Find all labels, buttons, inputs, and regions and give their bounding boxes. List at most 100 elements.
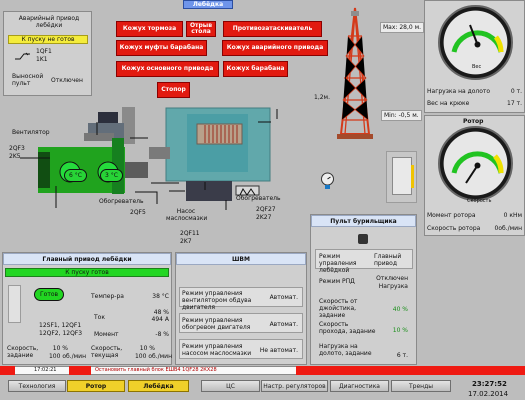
- pass-speed-label: Скорость прохода, задание: [319, 321, 376, 335]
- phone-icon: [358, 234, 368, 244]
- main-drive-moment-label: Момент: [94, 331, 119, 338]
- rotor-gauge: [438, 126, 513, 201]
- main-drive-status: К пуску готов: [5, 268, 169, 277]
- main-drive-panel: Главный привод лебёдки К пуску готов Гот…: [2, 252, 172, 365]
- nav-winch[interactable]: Лебёдка: [128, 380, 189, 392]
- heater2-code-2: 2K27: [256, 214, 272, 221]
- left-alarm-title: Аварийный привод лебёдки: [18, 15, 80, 29]
- status-message: Остановить главный блок ЕШВ4 1QF28 2КХ28: [95, 367, 217, 373]
- temp-2: 3 °C: [100, 169, 123, 182]
- shvm-title: ШВМ: [176, 253, 306, 265]
- drill-task-value: 6 т.: [396, 352, 408, 359]
- hook-weight-value: 17 т.: [507, 100, 522, 107]
- nav-rotor[interactable]: Ротор: [67, 380, 125, 392]
- cabinet-window: [392, 157, 412, 195]
- fan-code-2: 2K5: [9, 153, 21, 160]
- rotor-scale-label: Скорость: [467, 198, 492, 204]
- remote-state: Отключен: [51, 77, 83, 84]
- rpd-mode-value-1: Отключен: [376, 275, 408, 282]
- temp-1: 6 °C: [64, 169, 87, 182]
- cabinet-level: [411, 165, 414, 188]
- main-drive-temp-label: Темпер-ра: [91, 293, 124, 300]
- main-drive-icon-box: [8, 285, 21, 323]
- joy-speed-label: Скорость от джойстика, задание: [319, 298, 358, 319]
- nav-regulators[interactable]: Настр. регуляторов: [261, 380, 328, 392]
- fan-label: Вентилятор: [12, 129, 50, 136]
- winch-tab[interactable]: Лебёдка: [183, 0, 233, 9]
- nav-technology[interactable]: Технология: [8, 380, 66, 392]
- oil-pump-label: Насос маслосмазки: [166, 208, 208, 222]
- status-red-strip: [296, 366, 525, 375]
- shvm-heater-value: Автомат.: [269, 321, 298, 328]
- rotor-moment-label: Момент ротора: [427, 212, 476, 219]
- shvm-heater-label: Режим управления обогревом двигателя: [182, 317, 251, 331]
- drilling-rig-image: [330, 6, 380, 142]
- rotor-title: Ротор: [463, 118, 484, 125]
- main-drive-temp-value: 38 °C: [152, 293, 169, 300]
- rotor-speed-value: 0об./мин: [494, 225, 522, 232]
- shvm-oil-label: Режим управления насосом маслосмазки: [182, 343, 252, 357]
- joy-speed-value: 40 %: [392, 306, 408, 313]
- shvm-fan-label: Режим управления вентилятором обдува дви…: [182, 290, 252, 311]
- speed-set-label: Скорость, задание: [7, 345, 39, 359]
- alarm-brake-cover[interactable]: Кожух тормоза: [116, 21, 183, 37]
- status-time: 17:02:21: [34, 367, 57, 373]
- hook-gauge-panel: Вес Нагрузка на долото 0 т. Вес на крюке…: [424, 0, 525, 113]
- drill-task-label: Нагрузка на долото, задание: [319, 343, 372, 357]
- rotor-speed-label: Скорость ротора: [427, 225, 481, 232]
- main-drive-codes-2: 12QF2, 12QF3: [39, 330, 83, 337]
- mast-min-label: Min: -0,5 м.: [381, 110, 422, 121]
- speed-cur-label: Скорость, текущая: [91, 345, 123, 359]
- rotor-gauge-panel: Ротор Скорость Момент ротора 0 кНм Скоро…: [424, 115, 525, 236]
- main-drive-current-label: Ток: [94, 314, 105, 321]
- winch-schematic: [0, 91, 320, 247]
- speed-cur-value-1: 10 %: [139, 345, 155, 352]
- hook-scale-label: Вес: [472, 64, 482, 70]
- shvm-fan-value: Автомат.: [269, 294, 298, 301]
- drill-load-label: Нагрузка на долото: [427, 88, 491, 95]
- code-1k1: 1K1: [36, 56, 48, 63]
- shvm-panel: ШВМ Режим управления вентилятором обдува…: [175, 252, 307, 365]
- alarm-drum-clutch[interactable]: Кожух муфты барабана: [116, 40, 207, 56]
- rpd-mode-value-2: Нагрузка: [378, 283, 408, 290]
- main-drive-go: Готов: [34, 288, 65, 301]
- heater1-label: Обогреватель: [99, 198, 144, 205]
- main-drive-codes: 12SF1, 12QF1: [39, 322, 82, 329]
- left-alarm-panel: Аварийный привод лебёдки К пуску не гото…: [3, 11, 92, 96]
- nav-cs[interactable]: ЦС: [201, 380, 260, 392]
- speed-set-value-2: 100 об./мин: [48, 353, 86, 360]
- nav-diagnostics[interactable]: Диагностика: [330, 380, 389, 392]
- code-1qf1: 1QF1: [36, 48, 52, 55]
- nav-trends[interactable]: Тренды: [391, 380, 451, 392]
- speed-set-value-1: 10 %: [52, 345, 68, 352]
- winch-mode-label: Режим управления лебёдкой: [319, 253, 357, 274]
- rpd-mode-label: Режим РПД: [319, 278, 355, 285]
- main-drive-title: Главный привод лебёдки: [3, 253, 171, 265]
- main-drive-current-value-2: 494 A: [151, 316, 169, 323]
- heater1-code: 2QF5: [130, 209, 146, 216]
- alarm-drum-cover[interactable]: Кожух барабана: [223, 61, 288, 77]
- heater2-code-1: 2QF27: [256, 206, 276, 213]
- driller-panel-title: Пульт бурильщика: [311, 215, 416, 227]
- hook-weight-label: Вес на крюке: [427, 100, 470, 107]
- clock-time: 23:27:52: [472, 380, 507, 388]
- oil-code-1: 2QF11: [180, 230, 200, 237]
- oil-code-2: 2K7: [180, 238, 192, 245]
- switch-icon-1: [14, 51, 32, 61]
- main-drive-current-value-1: 48 %: [153, 309, 169, 316]
- speed-cur-value-2: 100 об./мин: [134, 353, 172, 360]
- status-cell-1: [0, 366, 15, 375]
- alarm-main-drive-cover[interactable]: Кожух основного привода: [116, 61, 219, 77]
- equipment-cabinet: [386, 151, 417, 203]
- pass-speed-value: 10 %: [392, 327, 408, 334]
- alarm-anti-overrun[interactable]: Противозатаскиватель: [223, 21, 322, 37]
- winch-mode-value: Главный привод: [374, 253, 402, 267]
- alarm-table-lift[interactable]: Отрыв стола: [186, 21, 216, 37]
- fan-code-1: 2QF3: [9, 145, 25, 152]
- remote-label: Выносной пульт: [12, 73, 44, 87]
- main-drive-moment-value: -8 %: [155, 331, 169, 338]
- driller-panel: Пульт бурильщика Режим управления лебёдк…: [310, 214, 417, 365]
- alarm-emergency-drive-cover[interactable]: Кожух аварийного привода: [222, 40, 328, 56]
- heater2-label: Обогреватель: [236, 195, 281, 202]
- clock-date: 17.02.2014: [468, 390, 509, 398]
